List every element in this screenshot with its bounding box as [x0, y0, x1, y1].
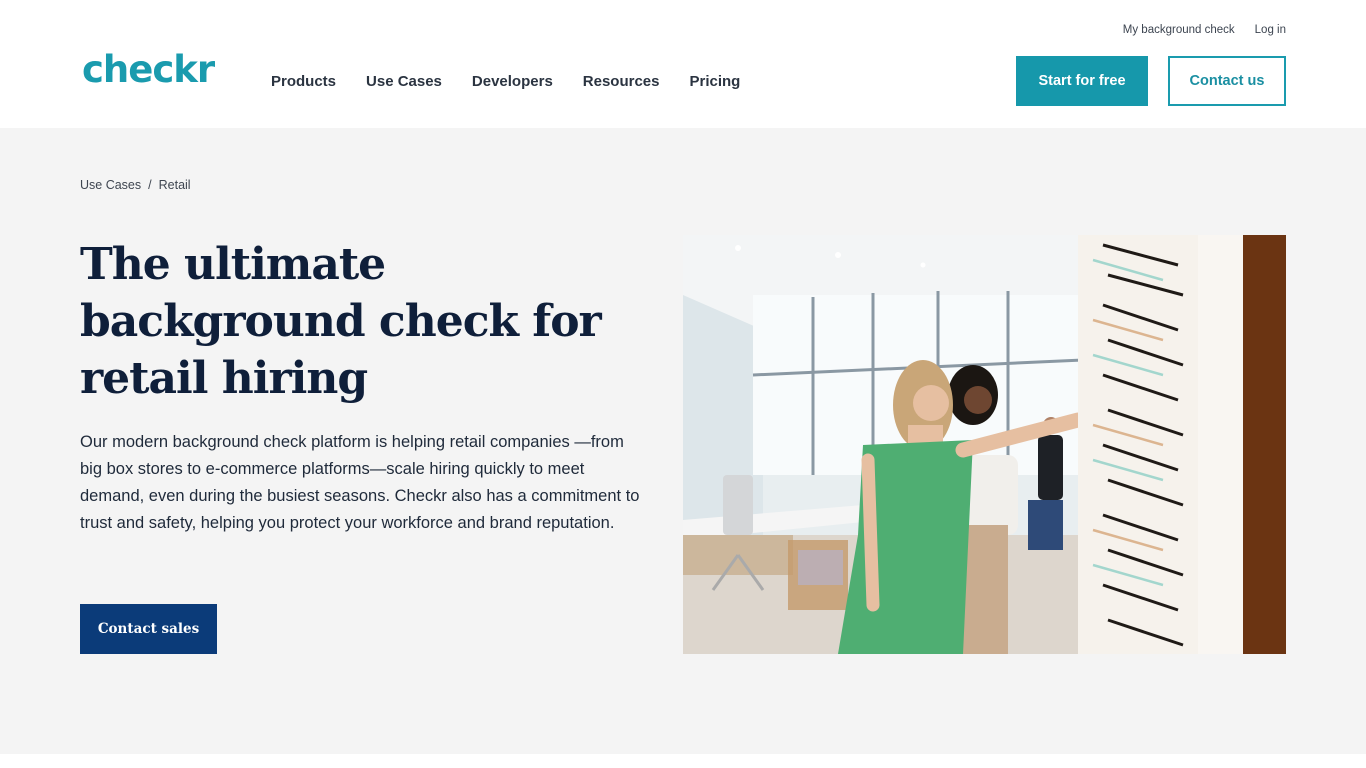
section-divider: [0, 754, 1366, 768]
wood-panel: [1243, 235, 1286, 654]
hero-image: [683, 235, 1286, 654]
contact-us-button[interactable]: Contact us: [1168, 56, 1286, 106]
hero-section: Use Cases / Retail The ultimate backgrou…: [0, 128, 1366, 754]
retail-photo-illustration: [683, 235, 1286, 654]
eyeglass-display: [1078, 235, 1198, 654]
nav-item-resources[interactable]: Resources: [583, 72, 660, 92]
utility-nav: My background check Log in: [1103, 22, 1286, 38]
nav-item-products[interactable]: Products: [271, 72, 336, 92]
page-title: The ultimate background check for retail…: [80, 239, 602, 404]
breadcrumb-use-cases[interactable]: Use Cases: [80, 178, 141, 192]
checkr-logo[interactable]: checkr: [82, 50, 215, 90]
main-nav: Products Use Cases Developers Resources …: [271, 72, 770, 92]
breadcrumb: Use Cases / Retail: [80, 178, 191, 192]
contact-sales-button[interactable]: Contact sales: [80, 604, 217, 654]
breadcrumb-separator: /: [148, 178, 152, 192]
my-background-check-link[interactable]: My background check: [1123, 22, 1235, 38]
nav-item-use-cases[interactable]: Use Cases: [366, 72, 442, 92]
site-header: checkr Products Use Cases Developers Res…: [0, 0, 1366, 128]
log-in-link[interactable]: Log in: [1255, 22, 1286, 38]
breadcrumb-retail: Retail: [158, 178, 191, 192]
nav-item-developers[interactable]: Developers: [472, 72, 553, 92]
start-for-free-button[interactable]: Start for free: [1016, 56, 1148, 106]
hero-description: Our modern background check platform is …: [80, 433, 640, 532]
nav-item-pricing[interactable]: Pricing: [690, 72, 741, 92]
